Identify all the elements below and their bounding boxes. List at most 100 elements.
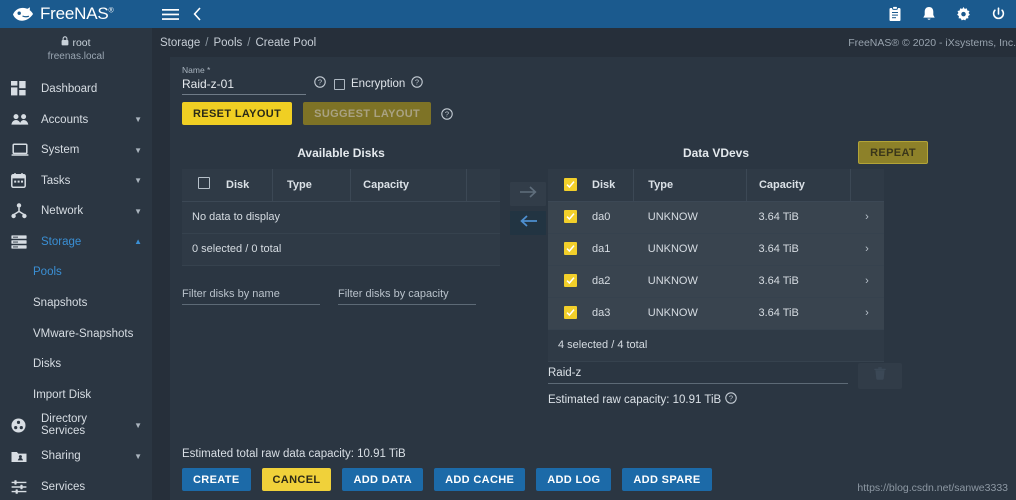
available-disks-table: Disk Type Capacity No data to display 0 … xyxy=(182,169,500,266)
move-to-vdev-button[interactable] xyxy=(510,182,546,206)
sidebar-item-dashboard[interactable]: Dashboard xyxy=(0,74,152,105)
cell-capacity: 3.64 TiB xyxy=(746,297,850,330)
raidz-selected-value: Raid-z xyxy=(548,367,582,379)
reset-layout-button[interactable]: RESET LAYOUT xyxy=(182,102,293,125)
table-header-row: Disk Type Capacity xyxy=(182,169,500,202)
row-checkbox[interactable] xyxy=(563,274,577,287)
filter-disks-by-name-field[interactable]: Filter disks by name xyxy=(182,288,320,305)
clipboard-icon[interactable] xyxy=(888,6,902,22)
available-disks-table-wrap: Disk Type Capacity No data to display 0 … xyxy=(182,169,500,266)
encryption-checkbox-group[interactable]: Encryption ? xyxy=(334,75,424,93)
create-pool-card: Name * Raid-z-01 ? Encryption ? RESET LA… xyxy=(170,57,1016,500)
table-row[interactable]: da2 UNKNOW 3.64 TiB › xyxy=(548,265,884,298)
sidebar-item-accounts[interactable]: Accounts ▼ xyxy=(0,104,152,135)
sidebar-item-pools[interactable]: Pools xyxy=(0,257,152,288)
cancel-button[interactable]: CANCEL xyxy=(261,468,332,491)
hamburger-menu-icon[interactable] xyxy=(162,8,179,21)
column-header-capacity[interactable]: Capacity xyxy=(745,169,850,202)
brand-logo[interactable]: FreeNAS® xyxy=(0,0,152,28)
filter-disks-by-name-input[interactable]: Filter disks by name xyxy=(182,288,320,304)
move-to-available-button[interactable] xyxy=(510,211,546,235)
sidebar-item-label: Dashboard xyxy=(41,82,98,95)
topbar-left-controls xyxy=(152,7,202,21)
chevron-right-icon[interactable]: › xyxy=(865,275,869,287)
sidebar-item-services[interactable]: Services xyxy=(0,471,152,500)
select-all-checkbox[interactable] xyxy=(563,177,577,191)
repeat-button[interactable]: REPEAT xyxy=(858,141,928,164)
chevron-down-icon: ▼ xyxy=(134,176,142,186)
column-header-disk[interactable]: Disk xyxy=(226,169,273,202)
sidebar-item-sharing[interactable]: Sharing ▼ xyxy=(0,441,152,472)
add-spare-button[interactable]: ADD SPARE xyxy=(622,468,712,491)
column-header-actions xyxy=(849,169,884,202)
power-icon[interactable] xyxy=(991,6,1006,22)
table-empty-row: No data to display xyxy=(182,201,500,234)
gear-icon[interactable] xyxy=(956,6,971,22)
select-all-checkbox[interactable] xyxy=(198,177,210,190)
add-log-button[interactable]: ADD LOG xyxy=(536,468,612,491)
encryption-checkbox[interactable] xyxy=(334,78,345,90)
bell-icon[interactable] xyxy=(922,6,936,22)
row-expand-cell: › xyxy=(850,233,884,266)
filter-disks-by-capacity-input[interactable]: Filter disks by capacity xyxy=(338,288,476,304)
field-underline xyxy=(548,383,848,384)
table-row[interactable]: da0 UNKNOW 3.64 TiB › xyxy=(548,201,884,234)
add-cache-button[interactable]: ADD CACHE xyxy=(434,468,526,491)
create-button[interactable]: CREATE xyxy=(182,468,251,491)
suggest-layout-button[interactable]: SUGGEST LAYOUT xyxy=(303,102,432,125)
row-checkbox[interactable] xyxy=(563,306,577,319)
breadcrumb-item-pools[interactable]: Pools xyxy=(213,37,242,49)
sidebar-item-directory-services[interactable]: Directory Services ▼ xyxy=(0,410,152,441)
help-circle-icon[interactable]: ? xyxy=(314,75,326,93)
help-circle-icon[interactable]: ? xyxy=(725,391,737,409)
sidebar-item-label: Network xyxy=(41,205,84,218)
row-checkbox[interactable] xyxy=(563,210,577,223)
raidz-select[interactable]: Raid-z ▼ xyxy=(548,367,884,379)
data-vdevs-table-wrap: Disk Type Capacity da0 UNKNOW 3.64 TiB ›… xyxy=(548,169,884,362)
raidz-capacity-row: Estimated raw capacity: 10.91 TiB ? xyxy=(548,391,884,409)
sidebar-subitem-label: Pools xyxy=(33,266,62,279)
help-circle-icon[interactable]: ? xyxy=(441,107,453,120)
chevron-down-icon: ▼ xyxy=(134,206,142,216)
copyright-text: FreeNAS® © 2020 - iXsystems, Inc. xyxy=(848,36,1016,49)
field-underline xyxy=(182,303,320,305)
sidebar-item-disks[interactable]: Disks xyxy=(0,349,152,380)
sidebar-subitem-label: Import Disk xyxy=(33,388,92,401)
table-row[interactable]: da1 UNKNOW 3.64 TiB › xyxy=(548,233,884,266)
column-header-type[interactable]: Type xyxy=(633,169,747,202)
sidebar-item-system[interactable]: System ▼ xyxy=(0,135,152,166)
sidebar-item-network[interactable]: Network ▼ xyxy=(0,196,152,227)
sidebar-navigation: root freenas.local Dashboard Accounts ▼ … xyxy=(0,28,152,500)
trash-icon xyxy=(874,367,886,385)
add-data-button[interactable]: ADD DATA xyxy=(342,468,424,491)
sidebar-item-tasks[interactable]: Tasks ▼ xyxy=(0,165,152,196)
column-header-disk[interactable]: Disk xyxy=(592,169,634,202)
column-header-capacity[interactable]: Capacity xyxy=(350,169,466,202)
delete-vdev-button[interactable] xyxy=(858,363,902,389)
total-capacity-text: Estimated total raw data capacity: 10.91… xyxy=(182,448,406,460)
available-disks-title: Available Disks xyxy=(297,146,385,160)
chevron-right-icon[interactable]: › xyxy=(865,243,869,255)
help-circle-icon[interactable]: ? xyxy=(411,75,424,93)
chevron-right-icon[interactable]: › xyxy=(865,211,869,223)
row-checkbox[interactable] xyxy=(563,242,577,255)
sidebar-item-import-disk[interactable]: Import Disk xyxy=(0,380,152,411)
row-expand-cell: › xyxy=(850,265,884,298)
row-checkbox-cell xyxy=(548,297,592,330)
breadcrumb-item-storage[interactable]: Storage xyxy=(160,37,200,49)
column-header-type[interactable]: Type xyxy=(272,169,351,202)
filter-disks-by-capacity-field[interactable]: Filter disks by capacity xyxy=(338,288,476,305)
brand-name: FreeNAS® xyxy=(40,4,114,23)
chevron-left-icon[interactable] xyxy=(193,7,202,21)
pool-name-field[interactable]: Name * Raid-z-01 xyxy=(182,65,306,95)
cell-type: UNKNOW xyxy=(633,297,747,330)
chevron-right-icon[interactable]: › xyxy=(865,307,869,319)
table-row[interactable]: da3 UNKNOW 3.64 TiB › xyxy=(548,297,884,330)
pool-name-value[interactable]: Raid-z-01 xyxy=(182,77,306,94)
chevron-down-icon: ▼ xyxy=(134,451,142,461)
sidebar-item-vmware-snapshots[interactable]: VMware-Snapshots xyxy=(0,318,152,349)
sidebar-item-snapshots[interactable]: Snapshots xyxy=(0,288,152,319)
freenas-fish-logo-icon xyxy=(12,5,34,23)
sidebar-item-storage[interactable]: Storage ▲ xyxy=(0,227,152,258)
watermark-text: https://blog.csdn.net/sanwe3333 xyxy=(857,482,1008,494)
